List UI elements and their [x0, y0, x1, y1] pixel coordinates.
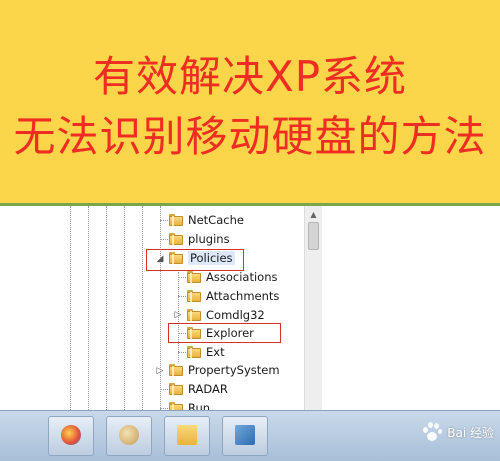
tree-item-attachments[interactable]: Attachments [187, 287, 279, 305]
collapse-toggle-icon[interactable]: ▷ [173, 310, 183, 320]
folder-icon [177, 425, 197, 445]
tree-item-label: RADAR [188, 382, 228, 396]
registry-tree[interactable]: NetCache plugins ◢ Policies Associations… [0, 206, 500, 416]
tree-item-label: PropertySystem [188, 363, 280, 377]
regedit-icon [235, 425, 255, 445]
tree-item-ext[interactable]: Ext [187, 343, 225, 361]
title-banner: 有效解决XP系统 无法识别移动硬盘的方法 [0, 0, 500, 206]
tree-item-label: Ext [206, 345, 225, 359]
folder-icon [169, 364, 183, 376]
scroll-up-arrow-icon[interactable]: ▲ [305, 210, 322, 220]
taskbar-button-app[interactable] [106, 416, 152, 456]
tree-item-associations[interactable]: Associations [187, 268, 277, 286]
banner-title-line2: 无法识别移动硬盘的方法 [13, 112, 487, 161]
tree-item-label: plugins [188, 232, 230, 246]
watermark-text: Bai 经验 [447, 425, 494, 440]
tree-item-label: NetCache [188, 213, 244, 227]
taskbar-button-regedit[interactable] [222, 416, 268, 456]
folder-icon [187, 309, 201, 321]
tree-item-label: Comdlg32 [206, 308, 265, 322]
baidu-paw-icon [421, 421, 443, 443]
tree-item-label: Attachments [206, 289, 280, 303]
folder-icon [187, 271, 201, 283]
tree-item-comdlg32[interactable]: Comdlg32 [187, 306, 265, 324]
app-icon [119, 425, 139, 445]
vertical-scrollbar[interactable]: ▲ [304, 206, 322, 416]
browser-icon [61, 425, 81, 445]
folder-icon [169, 214, 183, 226]
explorer-highlight-box [168, 323, 281, 343]
folder-icon [187, 346, 201, 358]
folder-icon [169, 383, 183, 395]
tree-item-propertysystem[interactable]: PropertySystem [169, 361, 280, 379]
collapse-toggle-icon[interactable]: ▷ [155, 366, 165, 376]
taskbar-button-browser[interactable] [48, 416, 94, 456]
tree-item-plugins[interactable]: plugins [169, 230, 230, 248]
taskbar-button-folder[interactable] [164, 416, 210, 456]
folder-icon [169, 233, 183, 245]
watermark: Bai 经验 [421, 412, 494, 452]
banner-title-line1: 有效解决XP系统 [92, 52, 408, 101]
tree-item-netcache[interactable]: NetCache [169, 211, 244, 229]
folder-icon [187, 290, 201, 302]
scroll-thumb[interactable] [308, 222, 319, 250]
tree-item-label: Associations [206, 270, 278, 284]
tree-item-radar[interactable]: RADAR [169, 380, 228, 398]
